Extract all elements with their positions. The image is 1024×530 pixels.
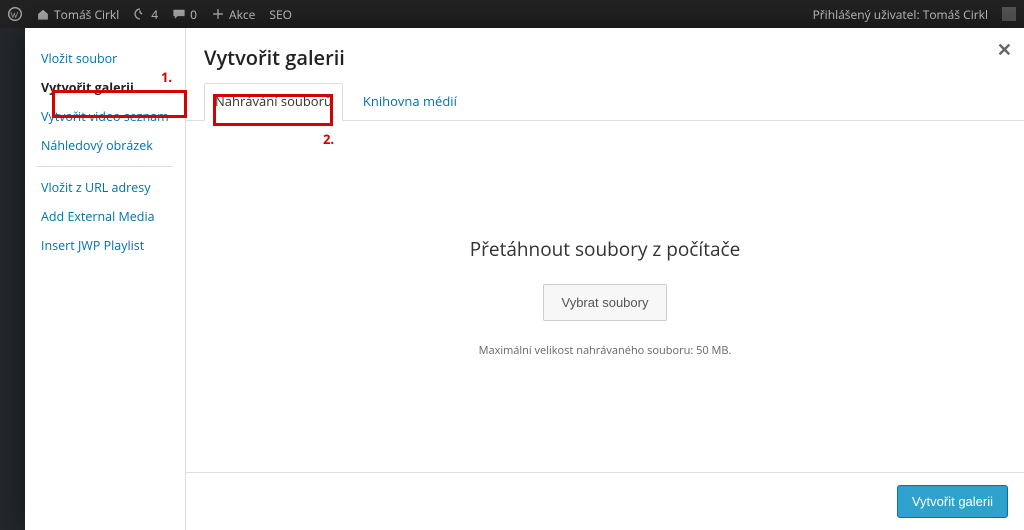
sidebar-item-insert-file[interactable]: Vložit soubor — [37, 44, 173, 73]
admin-bar: Tomáš Cirkl 4 0 Akce SEO Přihlášený uživ… — [0, 0, 1024, 28]
upload-dropzone[interactable]: Přetáhnout soubory z počítače Vybrat sou… — [186, 121, 1024, 472]
create-gallery-button[interactable]: Vytvořit galerii — [897, 485, 1008, 518]
sidebar-item-from-url[interactable]: Vložit z URL adresy — [37, 173, 173, 202]
tab-media-library[interactable]: Knihovna médií — [353, 84, 467, 120]
sidebar-item-featured-image[interactable]: Náhledový obrázek — [37, 131, 173, 160]
updates-count: 4 — [151, 6, 158, 23]
modal-title: Vytvořit galerii — [186, 28, 1024, 83]
select-files-button[interactable]: Vybrat soubory — [543, 284, 668, 321]
tab-upload-files[interactable]: Nahrávání souborů — [204, 83, 343, 121]
modal-footer: Vytvořit galerii — [186, 472, 1024, 530]
site-link[interactable]: Tomáš Cirkl — [36, 6, 119, 23]
avatar[interactable] — [1002, 7, 1016, 21]
comments-link[interactable]: 0 — [172, 6, 197, 23]
annotation-number-2: 2. — [323, 130, 334, 148]
close-button[interactable]: ✕ — [997, 38, 1012, 62]
new-label: Akce — [229, 6, 255, 23]
wp-logo[interactable] — [8, 7, 22, 21]
sidebar-item-jwp-playlist[interactable]: Insert JWP Playlist — [37, 231, 173, 260]
media-frame: Vytvořit galerii Nahrávání souborů Kniho… — [185, 28, 1024, 530]
max-size-note: Maximální velikost nahrávaného souboru: … — [479, 343, 732, 358]
sidebar-item-create-gallery[interactable]: Vytvořit galerii — [37, 73, 173, 102]
comment-icon — [172, 7, 186, 21]
new-link[interactable]: Akce — [211, 6, 255, 23]
updates-link[interactable]: 4 — [133, 6, 158, 23]
site-name: Tomáš Cirkl — [54, 6, 119, 23]
media-tabs: Nahrávání souborů Knihovna médií — [186, 83, 1024, 121]
dropzone-title: Přetáhnout soubory z počítače — [470, 236, 741, 262]
wordpress-icon — [8, 7, 22, 21]
media-modal-sidebar: Vložit soubor Vytvořit galerii Vytvořit … — [25, 28, 185, 530]
plus-icon — [211, 7, 225, 21]
home-icon — [36, 7, 50, 21]
seo-label: SEO — [269, 6, 292, 23]
user-icon — [1002, 7, 1016, 21]
logged-in-text: Přihlášený uživatel: Tomáš Cirkl — [813, 6, 988, 23]
comments-count: 0 — [190, 6, 197, 23]
sidebar-item-external-media[interactable]: Add External Media — [37, 202, 173, 231]
admin-sidebar-collapsed — [0, 28, 26, 530]
sidebar-item-create-video-list[interactable]: Vytvořit video seznam — [37, 102, 173, 131]
seo-link[interactable]: SEO — [269, 6, 292, 23]
refresh-icon — [133, 7, 147, 21]
annotation-number-1: 1. — [161, 68, 172, 86]
media-modal: ✕ Vložit soubor Vytvořit galerii Vytvoři… — [25, 28, 1024, 530]
